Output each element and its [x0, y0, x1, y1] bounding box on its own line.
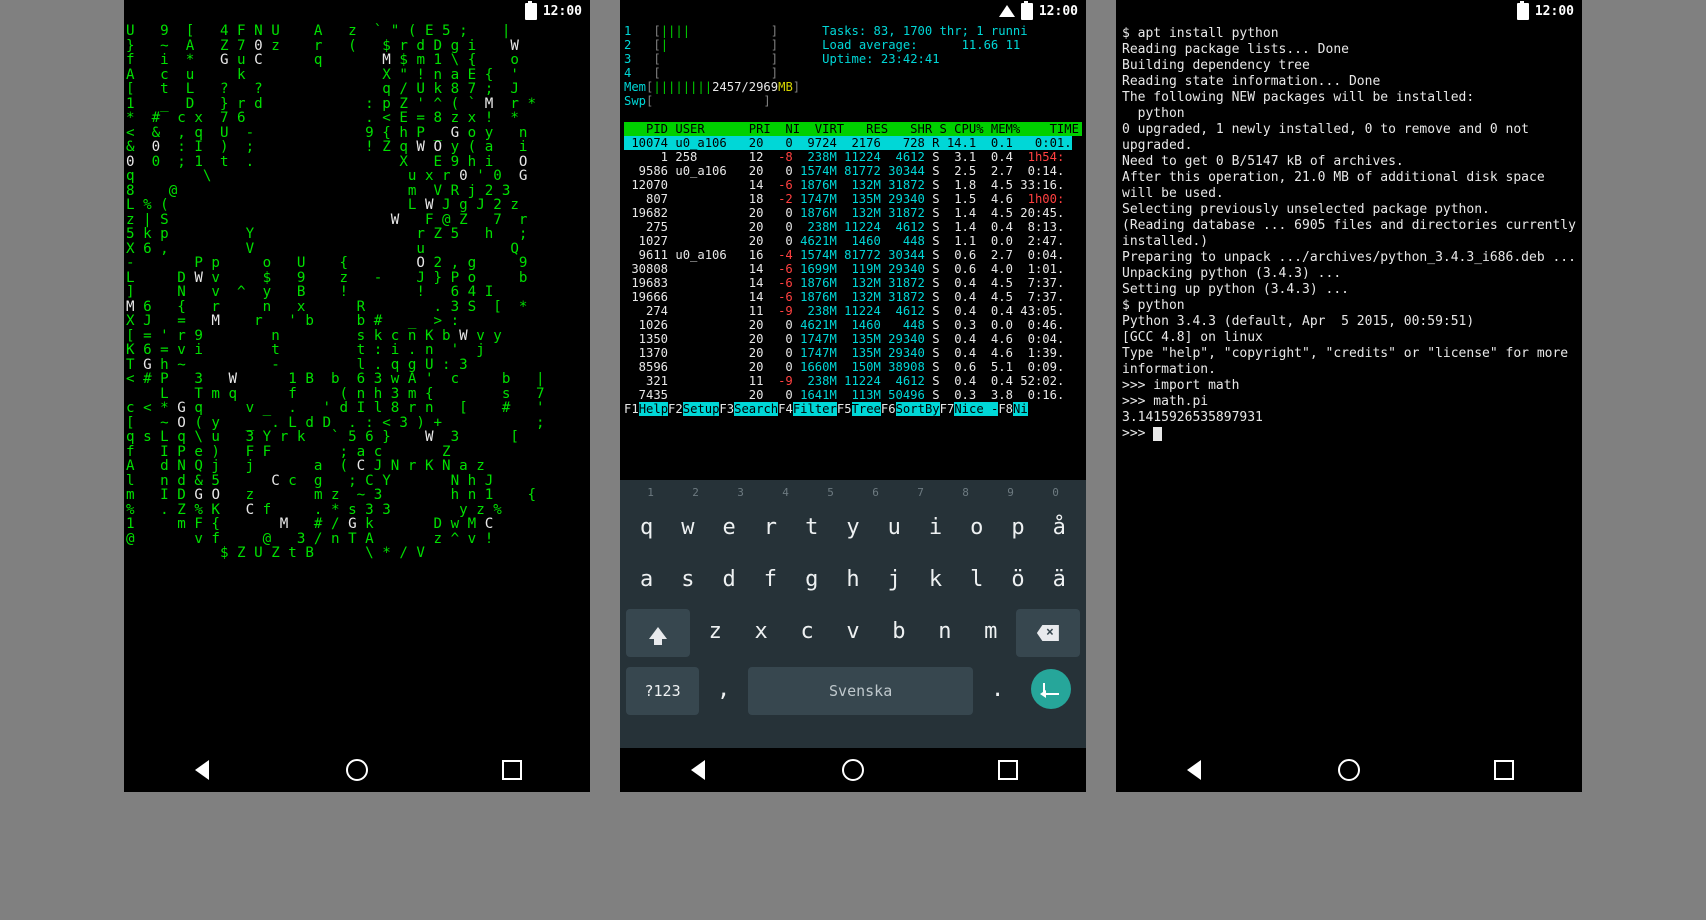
key-b[interactable]: b [876, 607, 922, 655]
keyboard-digit-hints: 1 2 3 4 5 6 7 8 9 0 [620, 480, 1086, 499]
key-o[interactable]: o [956, 503, 997, 551]
key-j[interactable]: j [874, 555, 915, 603]
space-key[interactable]: Svenska [748, 667, 973, 715]
nav-back-button[interactable] [182, 750, 222, 790]
wifi-icon [999, 5, 1015, 17]
nav-home-button[interactable] [1329, 750, 1369, 790]
key-e[interactable]: e [709, 503, 750, 551]
key-l[interactable]: l [956, 555, 997, 603]
period-key[interactable]: . [975, 665, 1020, 713]
digit-hint: 1 [647, 486, 654, 499]
phone-screen-python: 12:00 $ apt install python Reading packa… [1116, 0, 1582, 792]
soft-keyboard: 1 2 3 4 5 6 7 8 9 0 qwertyuiopå asdfghjklöä zxcvb… [620, 480, 1086, 748]
nav-bar [1116, 748, 1582, 792]
terminal-cursor [1153, 427, 1162, 441]
home-icon [842, 759, 864, 781]
battery-icon [525, 3, 537, 20]
digit-hint: 7 [917, 486, 924, 499]
enter-key[interactable] [1020, 665, 1082, 713]
nav-back-button[interactable] [678, 750, 718, 790]
nav-bar [620, 748, 1086, 792]
htop-terminal[interactable]: 1 [|||| ] Tasks: 83, 1700 thr; 1 runni 2… [620, 22, 1086, 418]
key-g[interactable]: g [791, 555, 832, 603]
digit-hint: 3 [737, 486, 744, 499]
key-h[interactable]: h [832, 555, 873, 603]
symbols-key[interactable]: ?123 [626, 667, 699, 715]
status-bar: 12:00 [1116, 0, 1582, 22]
digit-hint: 0 [1052, 486, 1059, 499]
status-time: 12:00 [1039, 4, 1078, 19]
status-bar: 12:00 [620, 0, 1086, 22]
recent-icon [1494, 760, 1514, 780]
keyboard-row-4: ?123 , Svenska . [620, 665, 1086, 717]
digit-hint: 6 [872, 486, 879, 499]
status-time: 12:00 [543, 4, 582, 19]
nav-recent-button[interactable] [1484, 750, 1524, 790]
phone-screen-cmatrix: 12:00 U 9 [ 4 F N U A z ` " ( E 5 ; | } … [124, 0, 590, 792]
digit-hint: 8 [962, 486, 969, 499]
backspace-key[interactable] [1016, 609, 1080, 657]
back-icon [195, 760, 209, 780]
enter-icon [1043, 683, 1059, 695]
key-m[interactable]: m [968, 607, 1014, 655]
key-x[interactable]: x [738, 607, 784, 655]
battery-icon [1517, 3, 1529, 20]
status-time: 12:00 [1535, 4, 1574, 19]
phone-screen-htop: 12:00 1 [|||| ] Tasks: 83, 1700 thr; 1 r… [620, 0, 1086, 792]
key-w[interactable]: w [667, 503, 708, 551]
digit-hint: 2 [692, 486, 699, 499]
nav-bar [124, 748, 590, 792]
cmatrix-terminal[interactable]: U 9 [ 4 F N U A z ` " ( E 5 ; | } ~ A Z … [124, 22, 590, 563]
key-p[interactable]: p [997, 503, 1038, 551]
battery-icon [1021, 3, 1033, 20]
shift-key[interactable] [626, 609, 690, 657]
keyboard-row-3: zxcvbnm [620, 607, 1086, 659]
key-t[interactable]: t [791, 503, 832, 551]
status-bar: 12:00 [124, 0, 590, 22]
nav-home-button[interactable] [833, 750, 873, 790]
nav-recent-button[interactable] [492, 750, 532, 790]
key-y[interactable]: y [832, 503, 873, 551]
key-f[interactable]: f [750, 555, 791, 603]
keyboard-row-1: qwertyuiopå [620, 503, 1086, 551]
key-d[interactable]: d [709, 555, 750, 603]
key-z[interactable]: z [692, 607, 738, 655]
key-ö[interactable]: ö [997, 555, 1038, 603]
digit-hint: 4 [782, 486, 789, 499]
digit-hint: 9 [1007, 486, 1014, 499]
home-icon [1338, 759, 1360, 781]
key-r[interactable]: r [750, 503, 791, 551]
key-a[interactable]: a [626, 555, 667, 603]
recent-icon [502, 760, 522, 780]
digit-hint: 5 [827, 486, 834, 499]
back-icon [1187, 760, 1201, 780]
key-u[interactable]: u [874, 503, 915, 551]
nav-recent-button[interactable] [988, 750, 1028, 790]
nav-home-button[interactable] [337, 750, 377, 790]
key-s[interactable]: s [667, 555, 708, 603]
key-å[interactable]: å [1039, 503, 1080, 551]
shift-icon [649, 627, 667, 639]
keyboard-row-2: asdfghjklöä [620, 555, 1086, 603]
home-icon [346, 759, 368, 781]
key-i[interactable]: i [915, 503, 956, 551]
key-k[interactable]: k [915, 555, 956, 603]
nav-back-button[interactable] [1174, 750, 1214, 790]
key-v[interactable]: v [830, 607, 876, 655]
key-ä[interactable]: ä [1039, 555, 1080, 603]
key-q[interactable]: q [626, 503, 667, 551]
key-n[interactable]: n [922, 607, 968, 655]
backspace-icon [1037, 625, 1059, 641]
back-icon [691, 760, 705, 780]
shell-terminal[interactable]: $ apt install python Reading package lis… [1116, 22, 1582, 446]
key-c[interactable]: c [784, 607, 830, 655]
recent-icon [998, 760, 1018, 780]
comma-key[interactable]: , [701, 665, 746, 713]
